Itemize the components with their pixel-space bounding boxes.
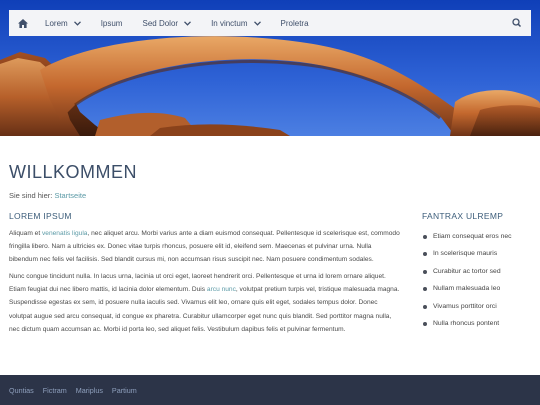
main-navigation: Lorem Ipsum Sed Dolor In vinctum Proletr… bbox=[9, 10, 531, 36]
bullet-icon bbox=[423, 304, 427, 309]
bullet-icon bbox=[423, 269, 427, 274]
main-heading: LOREM IPSUM bbox=[9, 211, 72, 221]
breadcrumb-prefix: Sie sind hier: bbox=[9, 191, 53, 200]
bullet-icon bbox=[423, 235, 427, 239]
chevron-down-icon bbox=[73, 20, 81, 26]
paragraph: Aliquam et venenatis ligula, nec aliquet… bbox=[9, 227, 401, 266]
sidebar-list-item[interactable]: Curabitur ac tortor sed bbox=[422, 268, 534, 285]
bullet-icon bbox=[423, 252, 427, 257]
search-icon[interactable] bbox=[511, 17, 523, 29]
nav-item-sed-dolor[interactable]: Sed Dolor bbox=[132, 10, 201, 36]
sidebar-item-label: Etiam consequat eros nec bbox=[433, 233, 512, 240]
nav-item-label: In vinctum bbox=[211, 18, 248, 28]
inline-link[interactable]: venenatis ligula bbox=[42, 230, 87, 237]
bullet-icon bbox=[423, 321, 427, 326]
nav-item-label: Lorem bbox=[45, 18, 68, 28]
nav-item-proletra[interactable]: Proletra bbox=[271, 10, 319, 36]
sidebar: FANTRAX ULREMP Etiam consequat eros nec … bbox=[422, 211, 534, 337]
breadcrumb-link-home[interactable]: Startseite bbox=[54, 191, 86, 200]
sidebar-list-item[interactable]: In scelerisque mauris bbox=[422, 250, 534, 267]
page-title: WILLKOMMEN bbox=[9, 162, 138, 182]
chevron-down-icon bbox=[184, 20, 192, 26]
sidebar-list-item[interactable]: Vivamus porttitor orci bbox=[422, 303, 534, 320]
paragraph: Nunc congue tincidunt nulla. In lacus ur… bbox=[9, 270, 401, 335]
footer: Quntias Fictram Mariplus Partium bbox=[0, 375, 540, 405]
footer-link-fictram[interactable]: Fictram bbox=[43, 386, 67, 395]
nav-item-label: Proletra bbox=[280, 18, 309, 28]
sidebar-item-label: Curabitur ac tortor sed bbox=[433, 267, 501, 275]
breadcrumb: Sie sind hier: Startseite bbox=[9, 191, 86, 200]
nav-item-lorem[interactable]: Lorem bbox=[35, 10, 91, 36]
sidebar-item-label: In scelerisque mauris bbox=[433, 250, 498, 258]
nav-item-label: Sed Dolor bbox=[142, 18, 179, 28]
paragraph-text: Aliquam et bbox=[9, 230, 42, 237]
sidebar-list-item[interactable]: Etiam consequat eros nec bbox=[422, 233, 534, 250]
sidebar-item-label: Vivamus porttitor orci bbox=[433, 302, 497, 310]
sidebar-item-label: Nulla rhoncus pontent bbox=[433, 319, 500, 327]
sidebar-list-item[interactable]: Nulla rhoncus pontent bbox=[422, 320, 534, 337]
sidebar-item-label: Nullam malesuada leo bbox=[433, 285, 501, 293]
nav-item-label: Ipsum bbox=[100, 18, 123, 28]
inline-link[interactable]: arcu nunc bbox=[207, 286, 236, 293]
footer-link-quntias[interactable]: Quntias bbox=[9, 386, 34, 395]
chevron-down-icon bbox=[253, 20, 261, 26]
footer-link-partium[interactable]: Partium bbox=[112, 386, 137, 395]
sidebar-list: Etiam consequat eros nec In scelerisque … bbox=[422, 233, 534, 337]
main-content: LOREM IPSUM Aliquam et venenatis ligula,… bbox=[9, 211, 401, 340]
nav-item-ipsum[interactable]: Ipsum bbox=[91, 10, 133, 36]
home-icon[interactable] bbox=[11, 10, 35, 36]
footer-link-mariplus[interactable]: Mariplus bbox=[76, 386, 103, 395]
sidebar-heading: FANTRAX ULREMP bbox=[422, 211, 504, 221]
sidebar-list-item[interactable]: Nullam malesuada leo bbox=[422, 285, 534, 302]
bullet-icon bbox=[423, 287, 427, 292]
nav-item-in-vinctum[interactable]: In vinctum bbox=[201, 10, 270, 36]
